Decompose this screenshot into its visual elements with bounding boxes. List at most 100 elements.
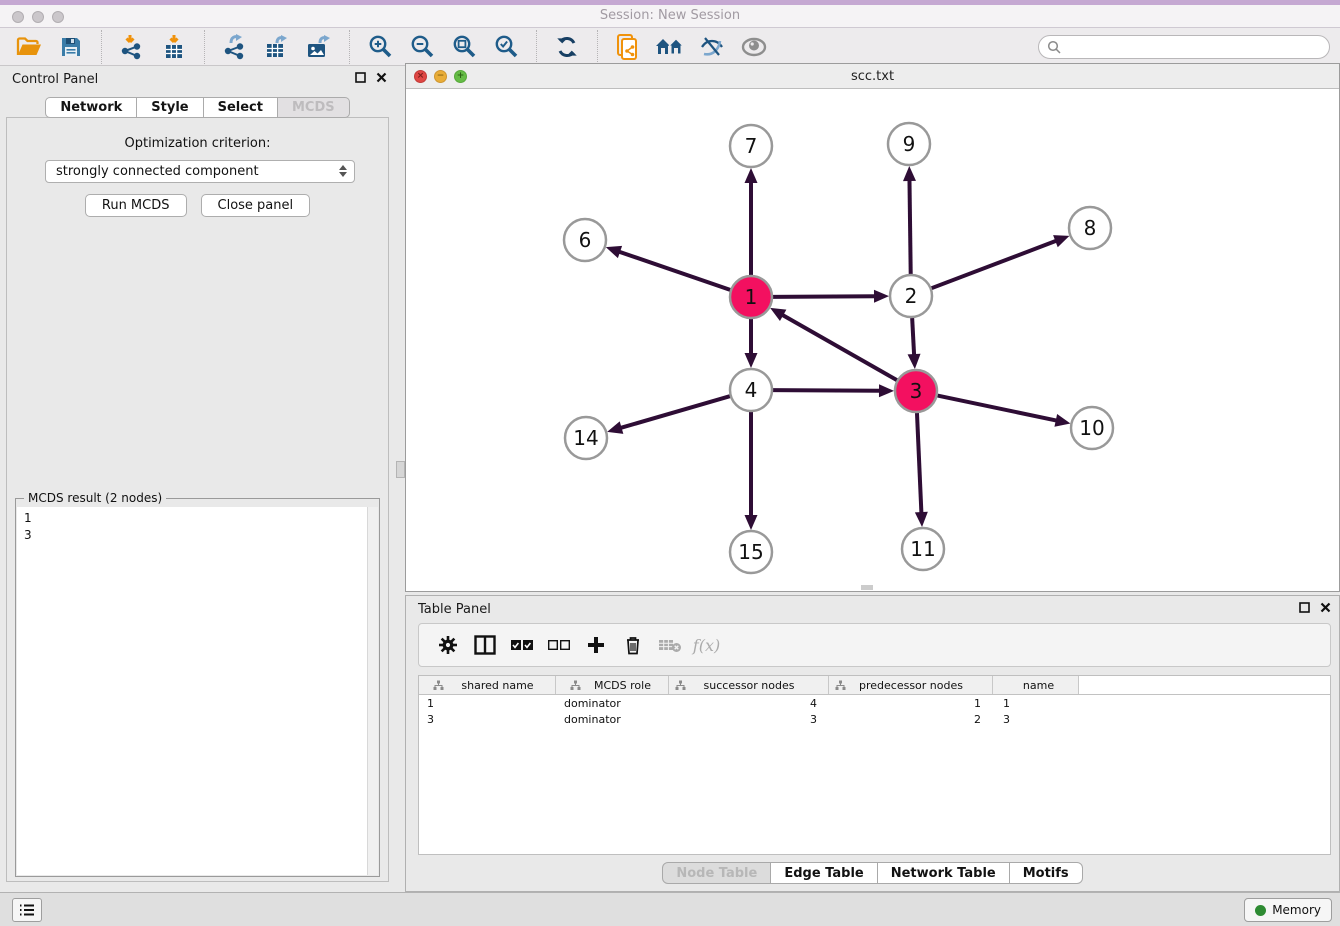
column-header-name[interactable]: name	[993, 676, 1079, 694]
tab-node-table[interactable]: Node Table	[662, 862, 771, 884]
open-file-icon[interactable]	[11, 31, 47, 63]
graph-edge-arrowhead	[607, 421, 623, 433]
splitter-handle[interactable]	[396, 461, 405, 478]
first-neighbors-icon[interactable]	[652, 31, 688, 63]
tab-motifs[interactable]: Motifs	[1010, 862, 1083, 884]
network-window-titlebar[interactable]: × − + scc.txt	[406, 64, 1339, 89]
window-title: Session: New Session	[0, 8, 1340, 23]
hide-selected-icon[interactable]	[694, 31, 730, 63]
toolbar-separator	[597, 30, 598, 64]
close-panel-icon[interactable]	[376, 72, 387, 83]
column-header-shared-name[interactable]: shared name	[419, 676, 556, 694]
automation-panel-button[interactable]	[12, 898, 42, 922]
create-column-icon[interactable]	[577, 627, 614, 663]
result-line: 1	[24, 510, 378, 527]
table-settings-gear-icon[interactable]	[429, 627, 466, 663]
result-scrollbar[interactable]	[367, 507, 378, 875]
graph-edge-2-8[interactable]	[932, 240, 1058, 288]
table-header-row: shared name MCDS role successor nodes pr…	[419, 676, 1330, 695]
close-panel-icon[interactable]	[1320, 602, 1331, 613]
tab-edge-table[interactable]: Edge Table	[771, 862, 877, 884]
export-network-icon[interactable]	[217, 31, 253, 63]
network-canvas[interactable]: 7968124314101511	[406, 89, 1339, 591]
tab-mcds[interactable]: MCDS	[278, 97, 350, 118]
mcds-result-title: MCDS result (2 nodes)	[24, 491, 166, 505]
mcds-result-text[interactable]: 1 3	[17, 507, 378, 875]
optimization-criterion-label: Optimization criterion:	[7, 136, 388, 151]
mcds-panel: Optimization criterion: strongly connect…	[6, 117, 389, 882]
new-network-from-selection-icon[interactable]	[610, 31, 646, 63]
cell-successor-nodes: 3	[669, 713, 829, 726]
table-panel: Table Panel f(x)	[405, 595, 1340, 892]
table-row[interactable]: 3 dominator 3 2 3	[419, 711, 1330, 727]
export-image-icon[interactable]	[301, 31, 337, 63]
unselect-all-columns-icon[interactable]	[540, 627, 577, 663]
graph-edge-4-14[interactable]	[620, 396, 730, 428]
column-header-mcds-role[interactable]: MCDS role	[556, 676, 669, 694]
graph-node-label: 8	[1084, 216, 1097, 240]
float-panel-icon[interactable]	[355, 72, 366, 83]
graph-edge-2-9[interactable]	[909, 179, 910, 274]
import-network-icon[interactable]	[114, 31, 150, 63]
float-panel-icon[interactable]	[1299, 602, 1310, 613]
toolbar-separator	[349, 30, 350, 64]
graph-edge-3-11[interactable]	[917, 413, 921, 514]
graph-edge-arrowhead	[1054, 414, 1070, 427]
delete-table-icon	[651, 627, 688, 663]
import-table-icon[interactable]	[156, 31, 192, 63]
export-table-icon[interactable]	[259, 31, 295, 63]
result-line: 3	[24, 527, 378, 544]
cell-successor-nodes: 4	[669, 697, 829, 710]
column-header-successor-nodes[interactable]: successor nodes	[669, 676, 829, 694]
toolbar-separator	[101, 30, 102, 64]
memory-status-icon	[1255, 905, 1266, 916]
network-window-title: scc.txt	[406, 69, 1339, 84]
select-all-columns-icon[interactable]	[503, 627, 540, 663]
close-panel-button[interactable]: Close panel	[201, 194, 311, 217]
canvas-splitter-handle[interactable]	[861, 585, 873, 590]
graph-node-label: 15	[738, 540, 763, 564]
zoom-selected-icon[interactable]	[488, 31, 524, 63]
graph-edge-2-3[interactable]	[912, 318, 914, 356]
control-panel-title: Control Panel	[12, 72, 98, 87]
refresh-icon[interactable]	[549, 31, 585, 63]
zoom-in-icon[interactable]	[362, 31, 398, 63]
search-input[interactable]	[1038, 35, 1330, 59]
graph-edge-3-10[interactable]	[938, 396, 1058, 421]
graph-edge-arrowhead	[903, 166, 916, 181]
zoom-out-icon[interactable]	[404, 31, 440, 63]
cell-predecessor-nodes: 2	[829, 713, 993, 726]
graph-edge-1-6[interactable]	[618, 251, 730, 289]
cell-name: 3	[993, 713, 1079, 726]
tab-select[interactable]: Select	[204, 97, 278, 118]
run-mcds-button[interactable]: Run MCDS	[85, 194, 187, 217]
graph-edge-3-1[interactable]	[781, 314, 896, 380]
graph-edge-arrowhead	[745, 168, 758, 183]
graph-node-label: 6	[579, 228, 592, 252]
graph-edge-4-3[interactable]	[773, 390, 881, 391]
control-panel-tabs: Network Style Select MCDS	[0, 97, 395, 118]
tab-network-table[interactable]: Network Table	[878, 862, 1010, 884]
criterion-select[interactable]: strongly connected component	[45, 160, 355, 183]
memory-button[interactable]: Memory	[1244, 898, 1332, 922]
cell-shared-name: 1	[419, 697, 556, 710]
zoom-fit-icon[interactable]	[446, 31, 482, 63]
table-row[interactable]: 1 dominator 4 1 1	[419, 695, 1330, 711]
statusbar: Memory	[0, 892, 1340, 926]
column-header-predecessor-nodes[interactable]: predecessor nodes	[829, 676, 993, 694]
graph-node-label: 4	[745, 378, 758, 402]
tab-network[interactable]: Network	[45, 97, 137, 118]
hierarchy-icon	[433, 680, 444, 691]
graph-node-label: 11	[910, 537, 935, 561]
delete-column-icon[interactable]	[614, 627, 651, 663]
hierarchy-icon	[835, 680, 846, 691]
save-session-icon[interactable]	[53, 31, 89, 63]
graph-edge-1-2[interactable]	[773, 296, 876, 297]
tab-style[interactable]: Style	[137, 97, 203, 118]
show-column-panel-icon[interactable]	[466, 627, 503, 663]
graph-node-label: 2	[905, 284, 918, 308]
hierarchy-icon	[570, 680, 581, 691]
show-all-icon[interactable]	[736, 31, 772, 63]
graph-edge-arrowhead	[874, 290, 889, 303]
list-icon	[19, 903, 35, 917]
